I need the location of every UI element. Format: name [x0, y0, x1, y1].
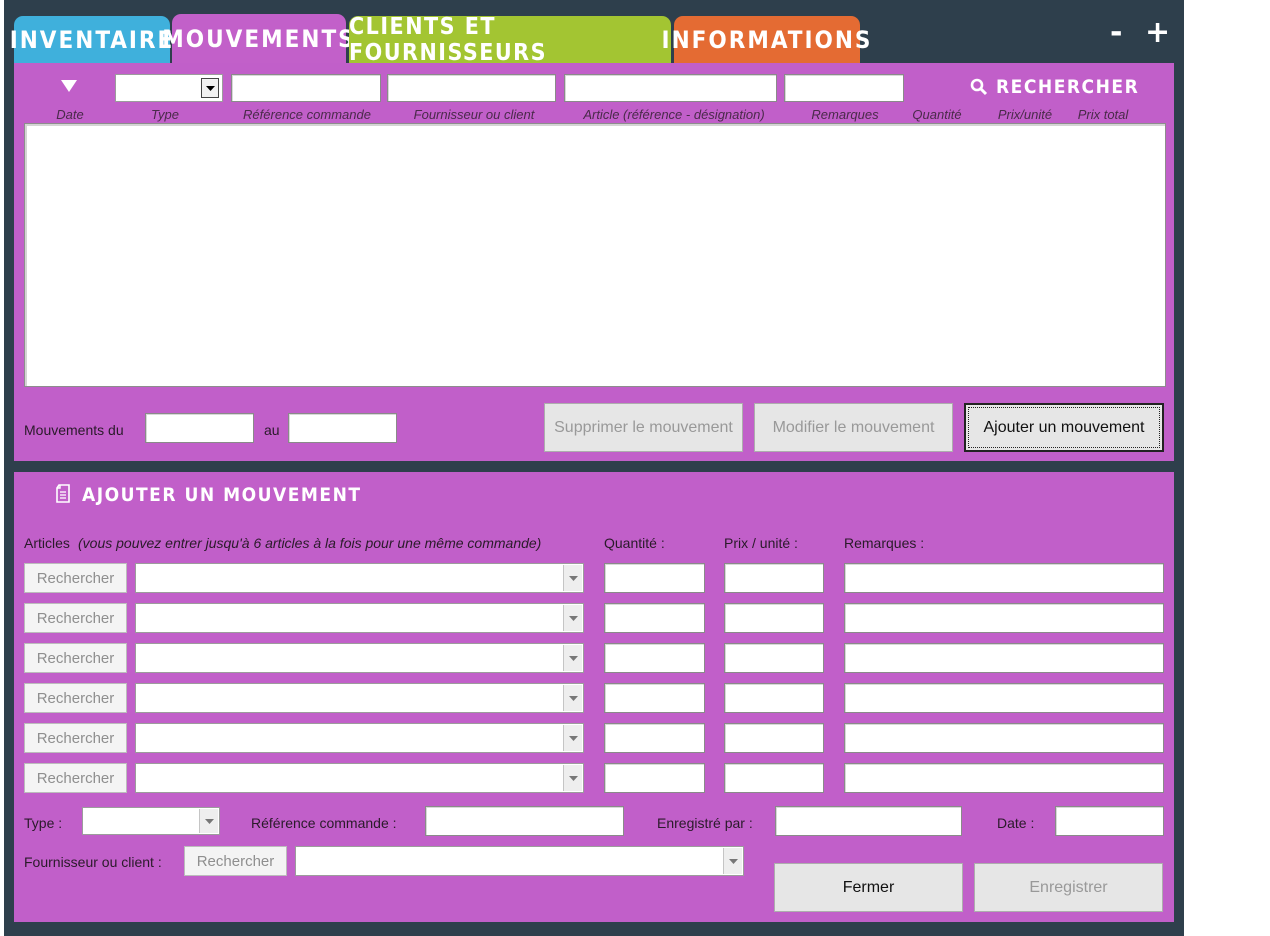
zoom-in-button[interactable]: +	[1145, 18, 1170, 48]
date-label: Date :	[997, 815, 1035, 831]
article-select[interactable]	[135, 763, 584, 793]
period-to-label: au	[264, 422, 280, 438]
column-header-article: Article (référence - désignation)	[583, 107, 765, 122]
document-icon	[55, 484, 73, 504]
article-quantity-input[interactable]	[604, 643, 705, 673]
form-title: AJOUTER UN MOUVEMENT	[82, 484, 362, 506]
article-quantity-input[interactable]	[604, 763, 705, 793]
recorded-by-label: Enregistré par :	[657, 815, 753, 831]
article-search-button[interactable]: Rechercher	[24, 683, 127, 713]
column-header-quantity: Quantité	[912, 107, 962, 122]
article-select[interactable]	[135, 563, 584, 593]
column-header-unit-price: Prix/unité	[997, 107, 1053, 122]
type-select[interactable]	[82, 807, 220, 835]
chevron-down-icon	[723, 848, 742, 874]
articles-hint: (vous pouvez entrer jusqu'à 6 articles à…	[78, 535, 542, 551]
article-unit-price-input[interactable]	[724, 563, 824, 593]
tab-clients-fournisseurs[interactable]: CLIENTS ET FOURNISSEURS	[349, 14, 671, 66]
edit-movement-button[interactable]: Modifier le mouvement	[754, 403, 953, 452]
tab-informations[interactable]: INFORMATIONS	[662, 16, 870, 63]
type-label: Type :	[24, 815, 63, 831]
supplier-select[interactable]	[295, 846, 744, 876]
delete-movement-button[interactable]: Supprimer le mouvement	[544, 403, 743, 452]
article-remarks-input[interactable]	[844, 603, 1164, 633]
article-quantity-input[interactable]	[604, 723, 705, 753]
supplier-filter-input[interactable]	[387, 74, 556, 102]
remarks-label: Remarques :	[844, 535, 925, 551]
remarks-filter-input[interactable]	[784, 74, 904, 102]
column-header-remarks: Remarques	[811, 107, 879, 122]
chevron-down-icon	[563, 605, 582, 631]
chevron-down-icon	[563, 565, 582, 591]
tab-mouvements[interactable]: MOUVEMENTS	[162, 14, 354, 64]
search-button[interactable]: RECHERCHER	[970, 76, 1139, 98]
period-to-input[interactable]	[288, 413, 397, 443]
article-unit-price-input[interactable]	[724, 723, 824, 753]
unit-price-label: Prix / unité :	[724, 535, 798, 551]
article-search-button[interactable]: Rechercher	[24, 643, 127, 673]
column-header-total-price: Prix total	[1077, 107, 1129, 122]
article-remarks-input[interactable]	[844, 763, 1164, 793]
article-unit-price-input[interactable]	[724, 643, 824, 673]
chevron-down-icon	[199, 809, 218, 833]
date-input[interactable]	[1055, 806, 1164, 836]
article-search-button[interactable]: Rechercher	[24, 723, 127, 753]
chevron-down-icon	[563, 725, 582, 751]
chevron-down-icon	[563, 685, 582, 711]
order-ref-input[interactable]	[425, 806, 624, 836]
article-remarks-input[interactable]	[844, 643, 1164, 673]
article-search-button[interactable]: Rechercher	[24, 763, 127, 793]
zoom-out-button[interactable]: -	[1110, 18, 1122, 48]
article-remarks-input[interactable]	[844, 563, 1164, 593]
period-from-input[interactable]	[145, 413, 254, 443]
recorded-by-input[interactable]	[775, 806, 962, 836]
supplier-label: Fournisseur ou client :	[24, 854, 162, 870]
column-header-order-ref: Référence commande	[243, 107, 371, 122]
article-quantity-input[interactable]	[604, 603, 705, 633]
sort-down-icon[interactable]	[60, 79, 78, 93]
save-button[interactable]: Enregistrer	[974, 863, 1163, 912]
article-quantity-input[interactable]	[604, 683, 705, 713]
article-filter-input[interactable]	[564, 74, 777, 102]
article-select[interactable]	[135, 723, 584, 753]
add-movement-button[interactable]: Ajouter un mouvement	[964, 403, 1164, 452]
article-select[interactable]	[135, 643, 584, 673]
close-button[interactable]: Fermer	[774, 863, 963, 912]
articles-label: Articles	[24, 535, 70, 551]
chevron-down-icon	[563, 765, 582, 791]
order-ref-filter-input[interactable]	[231, 74, 381, 102]
article-quantity-input[interactable]	[604, 563, 705, 593]
article-unit-price-input[interactable]	[724, 763, 824, 793]
article-unit-price-input[interactable]	[724, 683, 824, 713]
order-ref-label: Référence commande :	[251, 815, 397, 831]
chevron-down-icon	[201, 78, 219, 98]
chevron-down-icon	[563, 645, 582, 671]
article-select[interactable]	[135, 603, 584, 633]
quantity-label: Quantité :	[604, 535, 665, 551]
article-search-button[interactable]: Rechercher	[24, 603, 127, 633]
tab-inventaire[interactable]: INVENTAIRE	[10, 16, 172, 63]
article-remarks-input[interactable]	[844, 723, 1164, 753]
type-filter-select[interactable]	[115, 74, 223, 102]
article-remarks-input[interactable]	[844, 683, 1164, 713]
article-select[interactable]	[135, 683, 584, 713]
supplier-search-button[interactable]: Rechercher	[184, 846, 287, 876]
search-label: RECHERCHER	[996, 76, 1140, 98]
article-search-button[interactable]: Rechercher	[24, 563, 127, 593]
column-header-type: Type	[151, 107, 179, 122]
column-header-date: Date	[56, 107, 84, 122]
search-icon	[970, 78, 988, 96]
period-from-label: Mouvements du	[24, 422, 124, 438]
movements-list[interactable]	[24, 123, 1166, 387]
column-header-supplier: Fournisseur ou client	[413, 107, 535, 122]
article-unit-price-input[interactable]	[724, 603, 824, 633]
